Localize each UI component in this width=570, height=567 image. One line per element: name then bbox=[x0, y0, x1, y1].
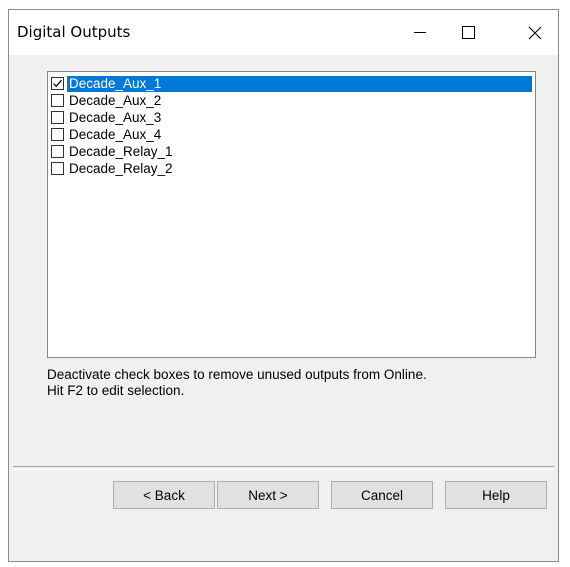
checkbox-decade-relay-2[interactable] bbox=[51, 162, 64, 175]
instruction-line-2: Hit F2 to edit selection. bbox=[47, 383, 185, 398]
next-button[interactable]: Next > bbox=[217, 481, 319, 509]
window-title: Digital Outputs bbox=[17, 23, 131, 41]
list-item-decade-aux-2[interactable]: Decade_Aux_2 bbox=[51, 92, 535, 109]
help-button[interactable]: Help bbox=[445, 481, 547, 509]
checkbox-decade-aux-3[interactable] bbox=[51, 111, 64, 124]
list-item-decade-relay-2[interactable]: Decade_Relay_2 bbox=[51, 160, 535, 177]
maximize-button[interactable] bbox=[445, 10, 491, 55]
instruction-line-1: Deactivate check boxes to remove unused … bbox=[47, 367, 427, 382]
list-item-label: Decade_Relay_1 bbox=[69, 143, 173, 159]
list-item-label: Decade_Aux_1 bbox=[67, 75, 532, 92]
list-item-decade-relay-1[interactable]: Decade_Relay_1 bbox=[51, 143, 535, 160]
list-item-decade-aux-1[interactable]: Decade_Aux_1 bbox=[51, 75, 535, 92]
back-button[interactable]: < Back bbox=[113, 481, 215, 509]
list-item-label: Decade_Aux_4 bbox=[69, 126, 162, 142]
minimize-button[interactable] bbox=[397, 10, 443, 55]
list-item-decade-aux-4[interactable]: Decade_Aux_4 bbox=[51, 126, 535, 143]
checkbox-decade-relay-1[interactable] bbox=[51, 145, 64, 158]
cancel-button[interactable]: Cancel bbox=[331, 481, 433, 509]
list-item-decade-aux-3[interactable]: Decade_Aux_3 bbox=[51, 109, 535, 126]
checkbox-decade-aux-1[interactable] bbox=[51, 77, 64, 90]
maximize-icon bbox=[461, 26, 475, 39]
separator-line bbox=[13, 466, 554, 470]
digital-outputs-dialog: Digital Outputs Decade_Aux_1 Decade_Aux_ bbox=[8, 9, 559, 562]
instruction-text: Deactivate check boxes to remove unused … bbox=[47, 367, 427, 399]
outputs-checklist[interactable]: Decade_Aux_1 Decade_Aux_2 Decade_Aux_3 D… bbox=[47, 71, 536, 358]
list-item-label: Decade_Aux_2 bbox=[69, 92, 162, 108]
close-icon bbox=[528, 26, 542, 39]
list-item-label: Decade_Aux_3 bbox=[69, 109, 162, 125]
minimize-icon bbox=[414, 32, 426, 33]
title-bar[interactable]: Digital Outputs bbox=[9, 10, 558, 55]
checkmark-icon bbox=[53, 79, 62, 88]
list-item-label: Decade_Relay_2 bbox=[69, 160, 173, 176]
checkbox-decade-aux-4[interactable] bbox=[51, 128, 64, 141]
checkbox-decade-aux-2[interactable] bbox=[51, 94, 64, 107]
close-button[interactable] bbox=[512, 10, 558, 55]
